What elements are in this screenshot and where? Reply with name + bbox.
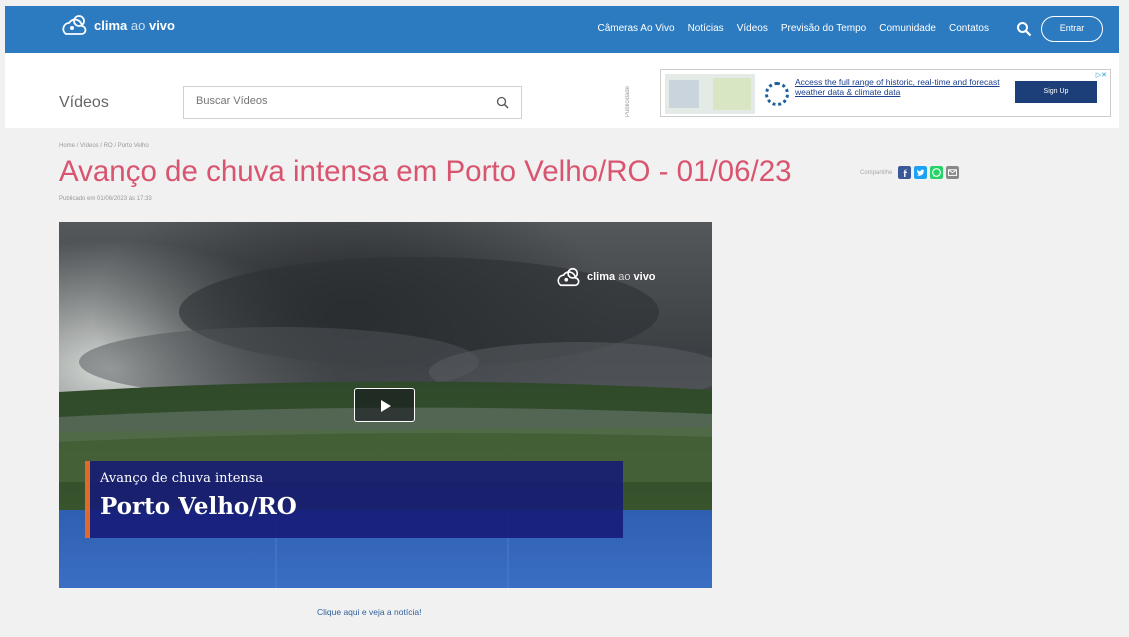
- share-label: Compartilhe: [860, 169, 893, 176]
- twitter-icon[interactable]: [914, 166, 928, 179]
- login-button[interactable]: Entrar: [1041, 16, 1103, 42]
- brand-name: clima ao vivo: [94, 17, 175, 33]
- search-icon[interactable]: [1016, 21, 1032, 37]
- publish-date: Publicado em 01/06/2023 às 17:33: [59, 196, 152, 202]
- video-search-box: [183, 86, 522, 119]
- caption-line-2: Porto Velho/RO: [100, 493, 297, 520]
- ad-label: Publicidade: [625, 85, 631, 117]
- ad-thumbnail: [665, 74, 755, 114]
- nav-item-forecast[interactable]: Previsão do Tempo: [781, 23, 866, 34]
- top-navbar: clima ao vivo Câmeras Ao Vivo Notícias V…: [5, 6, 1119, 53]
- video-subheader: Vídeos Publicidade Access the full range…: [5, 53, 1119, 128]
- search-icon[interactable]: [496, 96, 509, 109]
- nav-item-news[interactable]: Notícias: [688, 23, 724, 34]
- ad-signup-button[interactable]: Sign Up: [1015, 81, 1097, 103]
- site-logo[interactable]: clima ao vivo: [61, 13, 175, 37]
- email-icon[interactable]: [946, 166, 960, 179]
- watermark-text: clima ao vivo: [587, 271, 656, 283]
- ad-banner[interactable]: Access the full range of historic, real-…: [660, 69, 1111, 117]
- nav-item-videos[interactable]: Vídeos: [737, 23, 768, 34]
- video-search-input[interactable]: [196, 95, 476, 107]
- video-watermark: clima ao vivo: [556, 266, 656, 288]
- cloud-sun-logo-icon: [557, 267, 580, 287]
- facebook-icon[interactable]: [898, 166, 912, 179]
- video-caption: Avanço de chuva intensa Porto Velho/RO: [85, 461, 623, 538]
- caption-line-1: Avanço de chuva intensa: [100, 471, 264, 486]
- whatsapp-icon[interactable]: [930, 166, 944, 179]
- article-title: Avanço de chuva intensa em Porto Velho/R…: [59, 155, 792, 188]
- browser-content: clima ao vivo Câmeras Ao Vivo Notícias V…: [5, 6, 1119, 631]
- ad-text[interactable]: Access the full range of historic, real-…: [795, 77, 1005, 97]
- video-player[interactable]: clima ao vivo Avanço de chuva intensa Po…: [59, 222, 712, 588]
- play-icon[interactable]: [354, 388, 415, 422]
- nav-item-cameras[interactable]: Câmeras Ao Vivo: [597, 23, 674, 34]
- page: clima ao vivo Câmeras Ao Vivo Notícias V…: [0, 0, 1129, 637]
- breadcrumb[interactable]: Home / Vídeos / RO / Porto Velho: [59, 143, 149, 149]
- share-bar: Compartilhe: [860, 166, 960, 179]
- ad-logo-icon: [765, 82, 789, 106]
- nav-item-community[interactable]: Comunidade: [879, 23, 936, 34]
- ad-close-icon[interactable]: ▷✕: [1096, 71, 1107, 79]
- nav-item-contacts[interactable]: Contatos: [949, 23, 989, 34]
- section-title: Vídeos: [59, 94, 109, 111]
- main-nav: Câmeras Ao Vivo Notícias Vídeos Previsão…: [597, 23, 989, 34]
- news-link[interactable]: Clique aqui e veja a notícia!: [317, 607, 421, 617]
- cloud-sun-logo-icon: [62, 15, 87, 35]
